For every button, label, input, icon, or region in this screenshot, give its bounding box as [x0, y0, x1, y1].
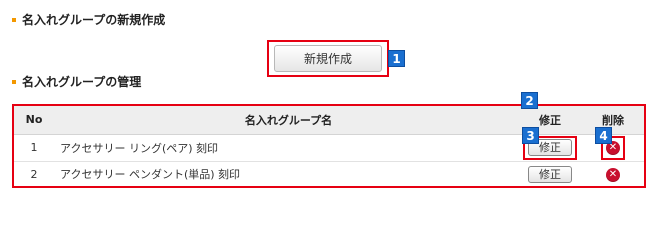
- row-edit-cell: 修正: [518, 161, 582, 187]
- row-delete-cell: ✕: [582, 134, 644, 162]
- table-row: 2 アクセサリー ペンダント(単品) 刻印 修正 ✕: [14, 161, 644, 187]
- table-row: 1 アクセサリー リング(ペア) 刻印 修正 ✕: [14, 134, 644, 162]
- group-table: No 名入れグループ名 修正 削除 1 アクセサリー リング(ペア) 刻印 修正…: [14, 106, 644, 187]
- section-title-manage-label: 名入れグループの管理: [22, 75, 142, 89]
- group-table-highlight: No 名入れグループ名 修正 削除 1 アクセサリー リング(ペア) 刻印 修正…: [12, 104, 646, 188]
- annotation-marker-1: 1: [388, 50, 405, 67]
- row-name: アクセサリー ペンダント(単品) 刻印: [60, 168, 241, 182]
- create-button-highlight: 新規作成: [267, 40, 389, 77]
- table-header-row: No 名入れグループ名 修正 削除: [14, 106, 644, 135]
- square-bullet-icon: [12, 79, 16, 84]
- header-no: No: [14, 106, 54, 135]
- edit-button[interactable]: 修正: [528, 165, 572, 183]
- row-name: アクセサリー リング(ペア) 刻印: [54, 134, 518, 162]
- annotation-marker-3: 3: [522, 127, 539, 144]
- annotation-marker-4: 4: [595, 127, 612, 144]
- close-circle-icon[interactable]: ✕: [606, 167, 620, 182]
- section-title-manage: 名入れグループの管理: [12, 73, 141, 90]
- header-delete: 削除: [582, 106, 644, 135]
- row-no: 2: [30, 167, 38, 181]
- annotation-marker-2: 2: [521, 92, 538, 109]
- create-new-button[interactable]: 新規作成: [274, 45, 382, 72]
- square-bullet-icon: [12, 17, 16, 22]
- section-title-create: 名入れグループの新規作成: [12, 11, 165, 28]
- section-title-create-label: 名入れグループの新規作成: [22, 13, 166, 27]
- header-name: 名入れグループ名: [54, 106, 518, 135]
- row-delete-cell: ✕: [582, 161, 644, 187]
- row-no: 1: [14, 134, 54, 162]
